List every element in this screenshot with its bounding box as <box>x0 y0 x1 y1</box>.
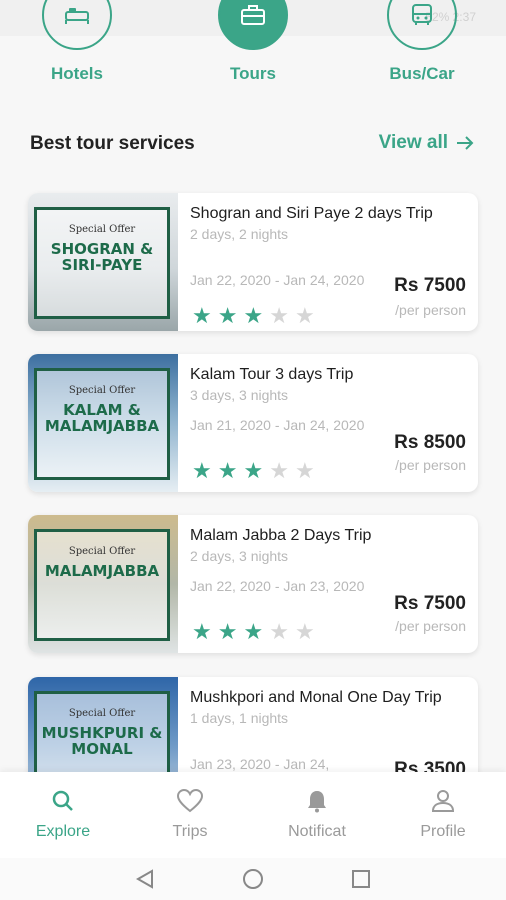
briefcase-icon <box>218 0 288 50</box>
offer-poster: Special Offer KALAM & MALAMJABBA <box>34 368 170 480</box>
rating-stars: ★★★★★ <box>192 460 315 482</box>
star-filled-icon: ★ <box>217 303 238 328</box>
bell-icon <box>308 791 326 813</box>
tour-duration: 1 days, 1 nights <box>190 710 289 726</box>
star-filled-icon: ★ <box>243 619 264 644</box>
tour-image: Special Offer MALAMJABBA <box>28 515 178 653</box>
tour-duration: 3 days, 3 nights <box>190 387 289 403</box>
category-label: Tours <box>230 64 276 83</box>
star-filled-icon: ★ <box>217 458 238 483</box>
poster-special-text: Special Offer <box>68 224 136 235</box>
tour-card[interactable]: Special Offer SHOGRAN & SIRI-PAYE Shogra… <box>28 193 478 331</box>
user-icon <box>431 790 455 812</box>
tour-image: Special Offer SHOGRAN & SIRI-PAYE <box>28 193 178 331</box>
tour-price: Rs 7500 <box>394 275 466 296</box>
tour-title: Mushkpori and Monal One Day Trip <box>190 689 442 706</box>
tour-title: Malam Jabba 2 Days Trip <box>190 527 372 544</box>
category-label: Bus/Car <box>389 64 455 83</box>
tour-card[interactable]: Special Offer MALAMJABBA Malam Jabba 2 D… <box>28 515 478 653</box>
tour-price-unit: /per person <box>395 457 466 473</box>
tour-dates: Jan 22, 2020 - Jan 24, 2020 <box>190 272 365 288</box>
poster-special-text: Special Offer <box>68 708 136 719</box>
rating-stars: ★★★★★ <box>192 305 315 327</box>
star-filled-icon: ★ <box>192 458 212 483</box>
recents-icon[interactable] <box>350 868 372 890</box>
offer-poster: Special Offer MALAMJABBA <box>34 529 170 641</box>
star-empty-icon: ★ <box>294 619 315 644</box>
rating-stars: ★★★★★ <box>192 621 315 643</box>
poster-title: KALAM & MALAMJABBA <box>44 401 160 435</box>
nav-explore[interactable]: Explore <box>8 788 118 841</box>
tour-price-unit: /per person <box>395 618 466 634</box>
nav-label: Profile <box>420 823 466 840</box>
poster-special-text: Special Offer <box>68 385 136 396</box>
tour-title: Shogran and Siri Paye 2 days Trip <box>190 205 433 222</box>
category-label: Hotels <box>51 64 103 83</box>
nav-label: Explore <box>35 823 91 840</box>
view-all-link[interactable]: View all <box>379 132 474 154</box>
nav-notifications[interactable]: Notificat <box>262 788 372 841</box>
star-empty-icon: ★ <box>294 458 315 483</box>
tour-price: Rs 8500 <box>394 432 466 453</box>
star-empty-icon: ★ <box>269 303 289 328</box>
tour-info: Malam Jabba 2 Days Trip 2 days, 3 nights <box>190 525 470 564</box>
nav-profile[interactable]: Profile <box>388 788 498 841</box>
arrow-right-icon <box>457 136 474 150</box>
nav-trips[interactable]: Trips <box>135 788 245 841</box>
poster-title: MALAMJABBA <box>44 562 160 580</box>
tour-dates: Jan 22, 2020 - Jan 23, 2020 <box>190 578 365 594</box>
bottom-navigation: Explore Trips Notificat Profile <box>0 772 506 858</box>
tour-duration: 2 days, 3 nights <box>190 548 289 564</box>
nav-label: Trips <box>172 823 208 840</box>
nav-label: Notificat <box>288 823 346 840</box>
star-filled-icon: ★ <box>243 458 264 483</box>
tour-duration: 2 days, 2 nights <box>190 226 289 242</box>
star-filled-icon: ★ <box>217 619 238 644</box>
star-empty-icon: ★ <box>269 619 289 644</box>
offer-poster: Special Offer SHOGRAN & SIRI-PAYE <box>34 207 170 319</box>
tour-price-unit: /per person <box>395 302 466 318</box>
bus-icon <box>387 0 457 50</box>
section-title: Best tour services <box>30 133 195 154</box>
star-empty-icon: ★ <box>269 458 289 483</box>
tour-title: Kalam Tour 3 days Trip <box>190 366 354 383</box>
poster-title: MUSHKPURI & MONAL <box>41 724 163 758</box>
app-root: 52% 2:37 Hotels Tours Bus/Car Best tour … <box>0 0 506 900</box>
tour-info: Kalam Tour 3 days Trip 3 days, 3 nights <box>190 364 470 403</box>
search-icon <box>52 790 73 811</box>
tour-image: Special Offer KALAM & MALAMJABBA <box>28 354 178 492</box>
tour-price: Rs 7500 <box>394 593 466 614</box>
bed-icon <box>42 0 112 50</box>
poster-special-text: Special Offer <box>68 546 136 557</box>
home-icon[interactable] <box>242 868 264 890</box>
view-all-label: View all <box>378 132 448 153</box>
tour-dates: Jan 21, 2020 - Jan 24, 2020 <box>190 417 365 433</box>
star-filled-icon: ★ <box>192 619 212 644</box>
heart-icon <box>176 788 204 813</box>
system-navigation-bar <box>0 858 506 900</box>
back-icon[interactable] <box>134 868 156 890</box>
star-empty-icon: ★ <box>294 303 315 328</box>
poster-title: SHOGRAN & SIRI-PAYE <box>50 240 154 274</box>
tour-dates: Jan 23, 2020 - Jan 24, <box>190 756 330 772</box>
tour-info: Shogran and Siri Paye 2 days Trip 2 days… <box>190 203 470 242</box>
tour-card[interactable]: Special Offer KALAM & MALAMJABBA Kalam T… <box>28 354 478 492</box>
star-filled-icon: ★ <box>243 303 264 328</box>
tour-info: Mushkpori and Monal One Day Trip 1 days,… <box>190 687 470 726</box>
star-filled-icon: ★ <box>192 303 212 328</box>
